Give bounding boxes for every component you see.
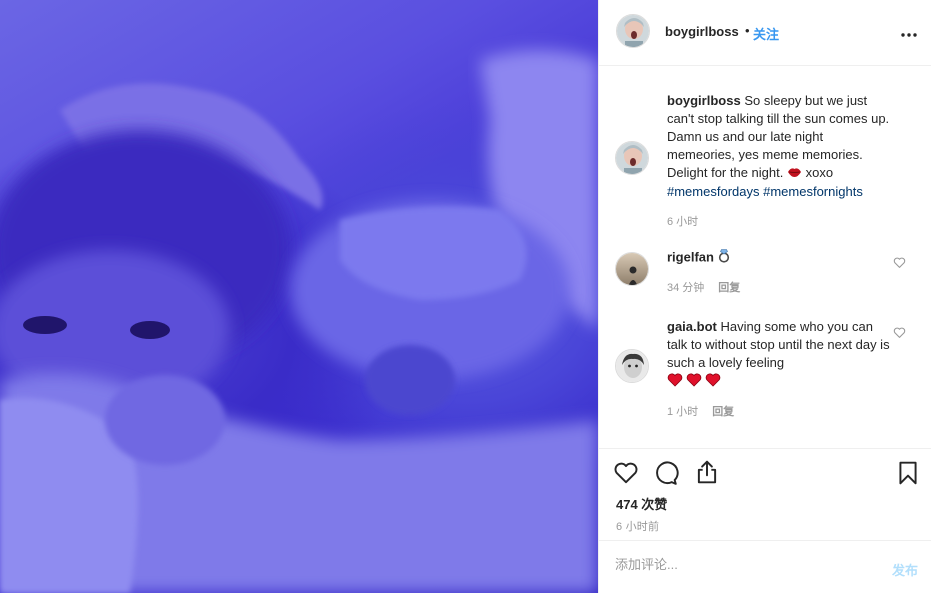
caption-username[interactable]: boygirlboss bbox=[667, 93, 741, 108]
separator-dot: • bbox=[745, 23, 750, 38]
more-icon bbox=[901, 33, 917, 37]
follow-button[interactable]: 关注 bbox=[753, 24, 779, 43]
avatar-image bbox=[616, 142, 648, 174]
more-options-button[interactable] bbox=[901, 22, 917, 40]
add-comment-bar: 发布 bbox=[599, 540, 931, 593]
reply-button[interactable]: 回复 bbox=[718, 282, 740, 294]
comment-body: gaia.bot Having some who you can talk to… bbox=[667, 318, 893, 393]
reply-button[interactable]: 回复 bbox=[712, 406, 734, 418]
like-comment-heart-icon[interactable] bbox=[893, 326, 906, 339]
caption-body: boygirlboss So sleepy but we just can't … bbox=[667, 92, 893, 201]
comment-time: 34 分钟 bbox=[667, 282, 705, 294]
post-header: boygirlboss • 关注 bbox=[599, 0, 931, 66]
like-heart-icon[interactable] bbox=[613, 460, 639, 486]
share-icon[interactable] bbox=[694, 459, 720, 485]
comment-bubble-icon[interactable] bbox=[653, 460, 679, 486]
comment-time: 1 小时 bbox=[667, 406, 699, 418]
avatar-image bbox=[616, 350, 648, 382]
comments-list[interactable]: boygirlboss So sleepy but we just can't … bbox=[599, 67, 931, 447]
like-comment-heart-icon[interactable] bbox=[893, 256, 906, 269]
post-actions: 474 次赞 6 小时前 bbox=[599, 448, 931, 540]
caption-avatar[interactable] bbox=[615, 141, 649, 175]
hashtag-link[interactable]: #memesfordays bbox=[667, 184, 759, 199]
caption-tail: xoxo bbox=[805, 165, 834, 180]
comment-body: rigelfan bbox=[667, 248, 893, 268]
commenter-avatar[interactable] bbox=[615, 349, 649, 383]
commenter-avatar[interactable] bbox=[615, 252, 649, 286]
post-side-panel: boygirlboss • 关注 boygirlboss So sleepy b… bbox=[598, 0, 931, 593]
comment-meta: 1 小时 回复 bbox=[667, 403, 734, 419]
avatar-image bbox=[616, 253, 648, 285]
likes-count[interactable]: 474 次赞 bbox=[616, 494, 667, 513]
comment-username[interactable]: gaia.bot bbox=[667, 319, 717, 334]
lips-emoji-icon bbox=[787, 165, 802, 183]
add-comment-input[interactable] bbox=[615, 557, 865, 572]
hashtag-link[interactable]: #memesfornights bbox=[763, 184, 863, 199]
caption-time: 6 小时 bbox=[667, 216, 699, 228]
hearts-emoji-icon bbox=[667, 372, 723, 393]
photo-illustration bbox=[0, 50, 598, 593]
ring-emoji-icon bbox=[718, 248, 730, 268]
post-time: 6 小时前 bbox=[616, 521, 660, 533]
comment-username[interactable]: rigelfan bbox=[667, 249, 714, 264]
author-username[interactable]: boygirlboss bbox=[665, 24, 739, 39]
post-comment-button[interactable]: 发布 bbox=[892, 560, 918, 579]
post-photo[interactable] bbox=[0, 0, 598, 593]
comment-meta: 34 分钟 回复 bbox=[667, 279, 740, 295]
author-avatar[interactable] bbox=[616, 14, 650, 48]
avatar-image bbox=[617, 15, 649, 47]
save-bookmark-icon[interactable] bbox=[895, 460, 921, 486]
